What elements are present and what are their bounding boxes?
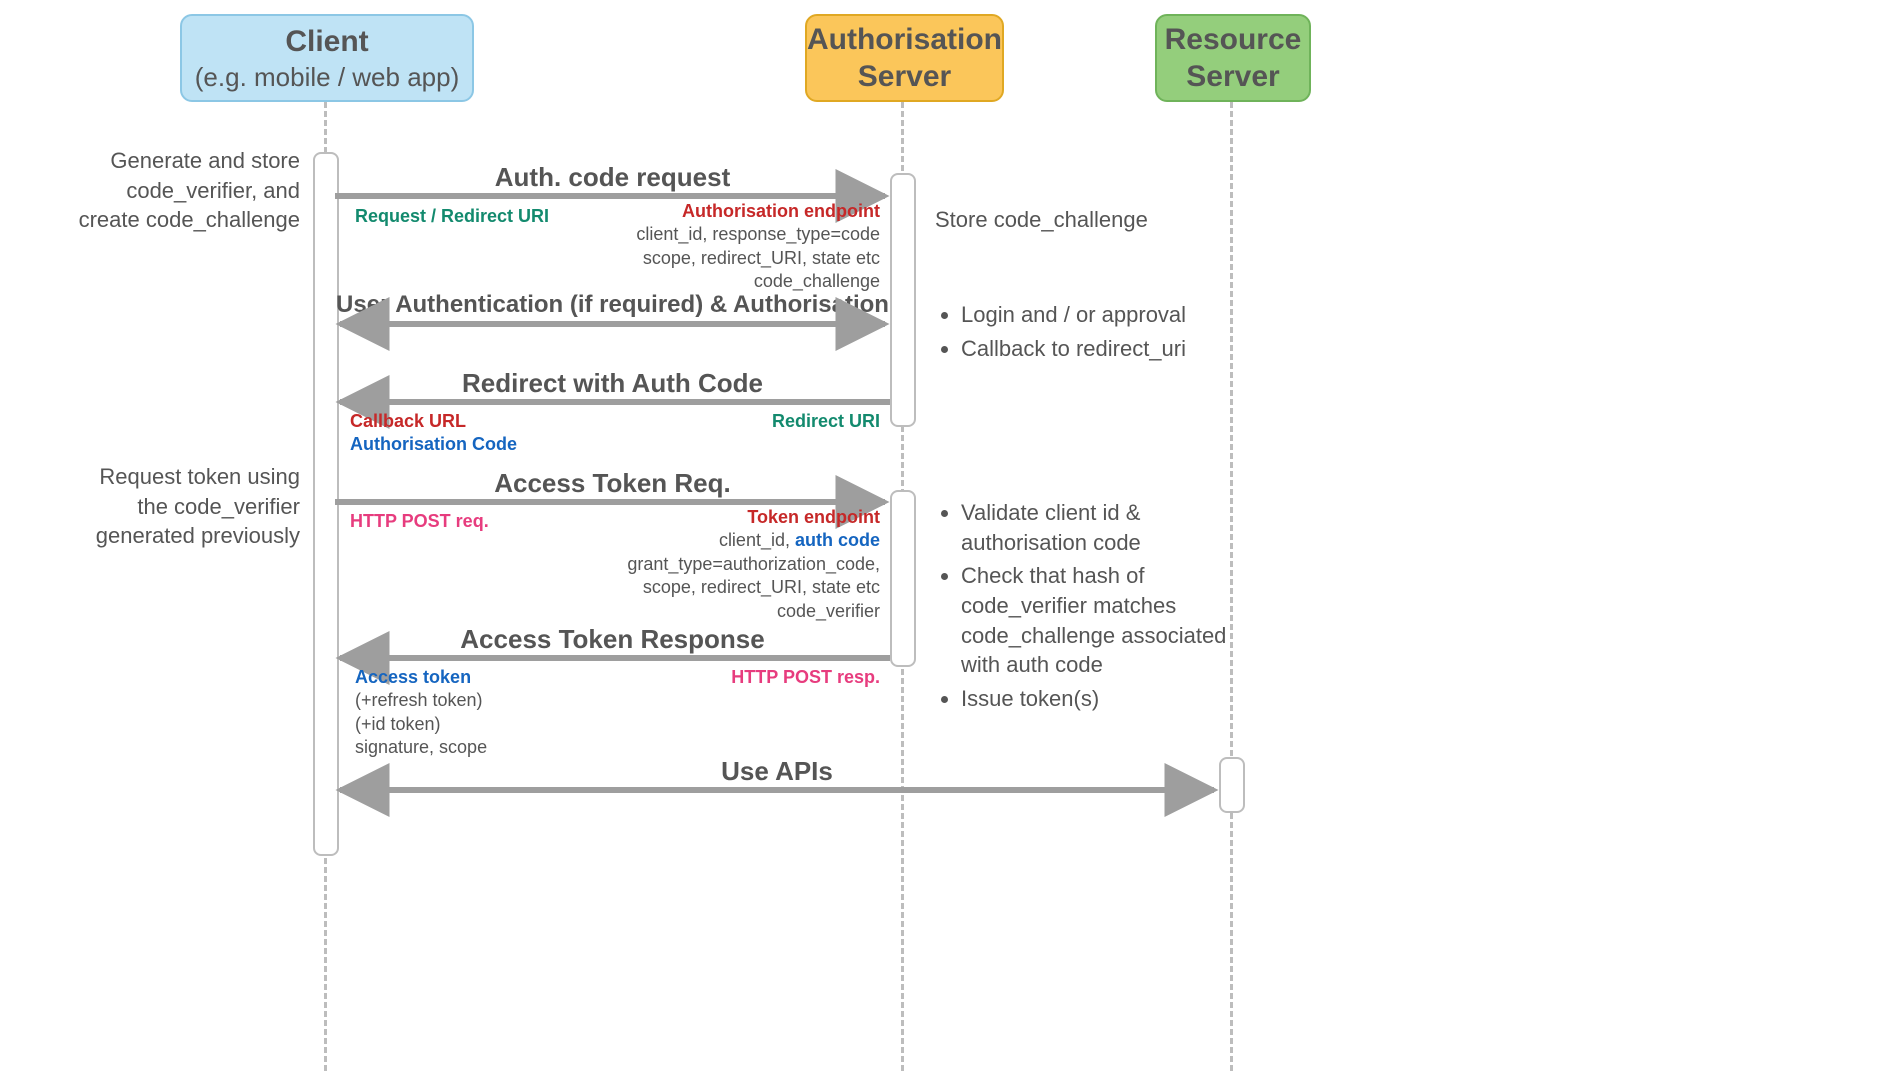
m4-right-l3: scope, redirect_URI, state etc (643, 577, 880, 597)
arrow-m6 (335, 784, 1219, 796)
auth-title: Authorisation (807, 21, 1002, 59)
m4-side-right-2: Check that hash of code_verifier matches… (961, 561, 1245, 680)
m3-left-1: Callback URL (350, 411, 466, 431)
m5-right-note: HTTP POST resp. (700, 666, 880, 689)
left-note-generate: Generate and store code_verifier, and cr… (60, 146, 300, 235)
res-title: Resource (1157, 21, 1309, 59)
participant-res: Resource Server (1155, 14, 1311, 102)
activation-res (1219, 757, 1245, 813)
res-subtitle: Server (1157, 58, 1309, 96)
m5-left-4: signature, scope (355, 737, 487, 757)
sequence-diagram: Client (e.g. mobile / web app) Authorisa… (0, 0, 1880, 1091)
m5-left-3: (+id token) (355, 714, 441, 734)
activation-auth-1 (890, 173, 916, 427)
msg-use-apis: Use APIs (335, 756, 1219, 787)
participant-auth: Authorisation Server (805, 14, 1004, 102)
m4-side-right-1: Validate client id & authorisation code (961, 498, 1245, 557)
left-note-request-token: Request token using the code_verifier ge… (80, 462, 300, 551)
arrow-m5 (335, 652, 890, 664)
participant-client: Client (e.g. mobile / web app) (180, 14, 474, 102)
m4-right-note: Token endpoint client_id, auth code gran… (590, 506, 880, 623)
m4-right-l1a: client_id, (719, 530, 795, 550)
m4-right-title: Token endpoint (747, 507, 880, 527)
m1-side-right: Store code_challenge (935, 205, 1195, 235)
client-title: Client (182, 23, 472, 61)
m4-right-l2: grant_type=authorization_code, (627, 554, 880, 574)
auth-subtitle: Server (807, 58, 1002, 96)
m4-right-l1b: auth code (795, 530, 880, 550)
m2-side-right-1: Login and / or approval (961, 300, 1235, 330)
m5-left-1: Access token (355, 667, 471, 687)
m5-left-2: (+refresh token) (355, 690, 483, 710)
m1-right-title: Authorisation endpoint (682, 201, 880, 221)
m2-side-right-2: Callback to redirect_uri (961, 334, 1235, 364)
m4-side-right: Validate client id & authorisation code … (935, 498, 1245, 718)
m3-left-2: Authorisation Code (350, 434, 517, 454)
msg-access-token-resp: Access Token Response (335, 624, 890, 655)
msg-access-token-req: Access Token Req. (335, 468, 890, 499)
msg-auth-code-request: Auth. code request (335, 162, 890, 193)
m1-right-l2: scope, redirect_URI, state etc (643, 248, 880, 268)
arrow-m3 (335, 396, 890, 408)
msg-user-auth: User Authentication (if required) & Auth… (335, 291, 890, 319)
arrow-m2 (335, 318, 890, 330)
activation-auth-2 (890, 490, 916, 667)
m1-left-note: Request / Redirect URI (355, 205, 555, 228)
m4-right-l4: code_verifier (777, 601, 880, 621)
m4-side-right-3: Issue token(s) (961, 684, 1245, 714)
msg-redirect-auth-code: Redirect with Auth Code (335, 368, 890, 399)
client-subtitle: (e.g. mobile / web app) (182, 61, 472, 94)
m4-left-note: HTTP POST req. (350, 510, 510, 533)
m3-right-note: Redirect URI (700, 410, 880, 433)
m2-side-right: Login and / or approval Callback to redi… (935, 300, 1235, 367)
m1-right-note: Authorisation endpoint client_id, respon… (600, 200, 880, 294)
m3-left-note: Callback URL Authorisation Code (350, 410, 610, 457)
m1-right-l1: client_id, response_type=code (636, 224, 880, 244)
m1-right-l3: code_challenge (754, 271, 880, 291)
m5-left-note: Access token (+refresh token) (+id token… (355, 666, 615, 760)
